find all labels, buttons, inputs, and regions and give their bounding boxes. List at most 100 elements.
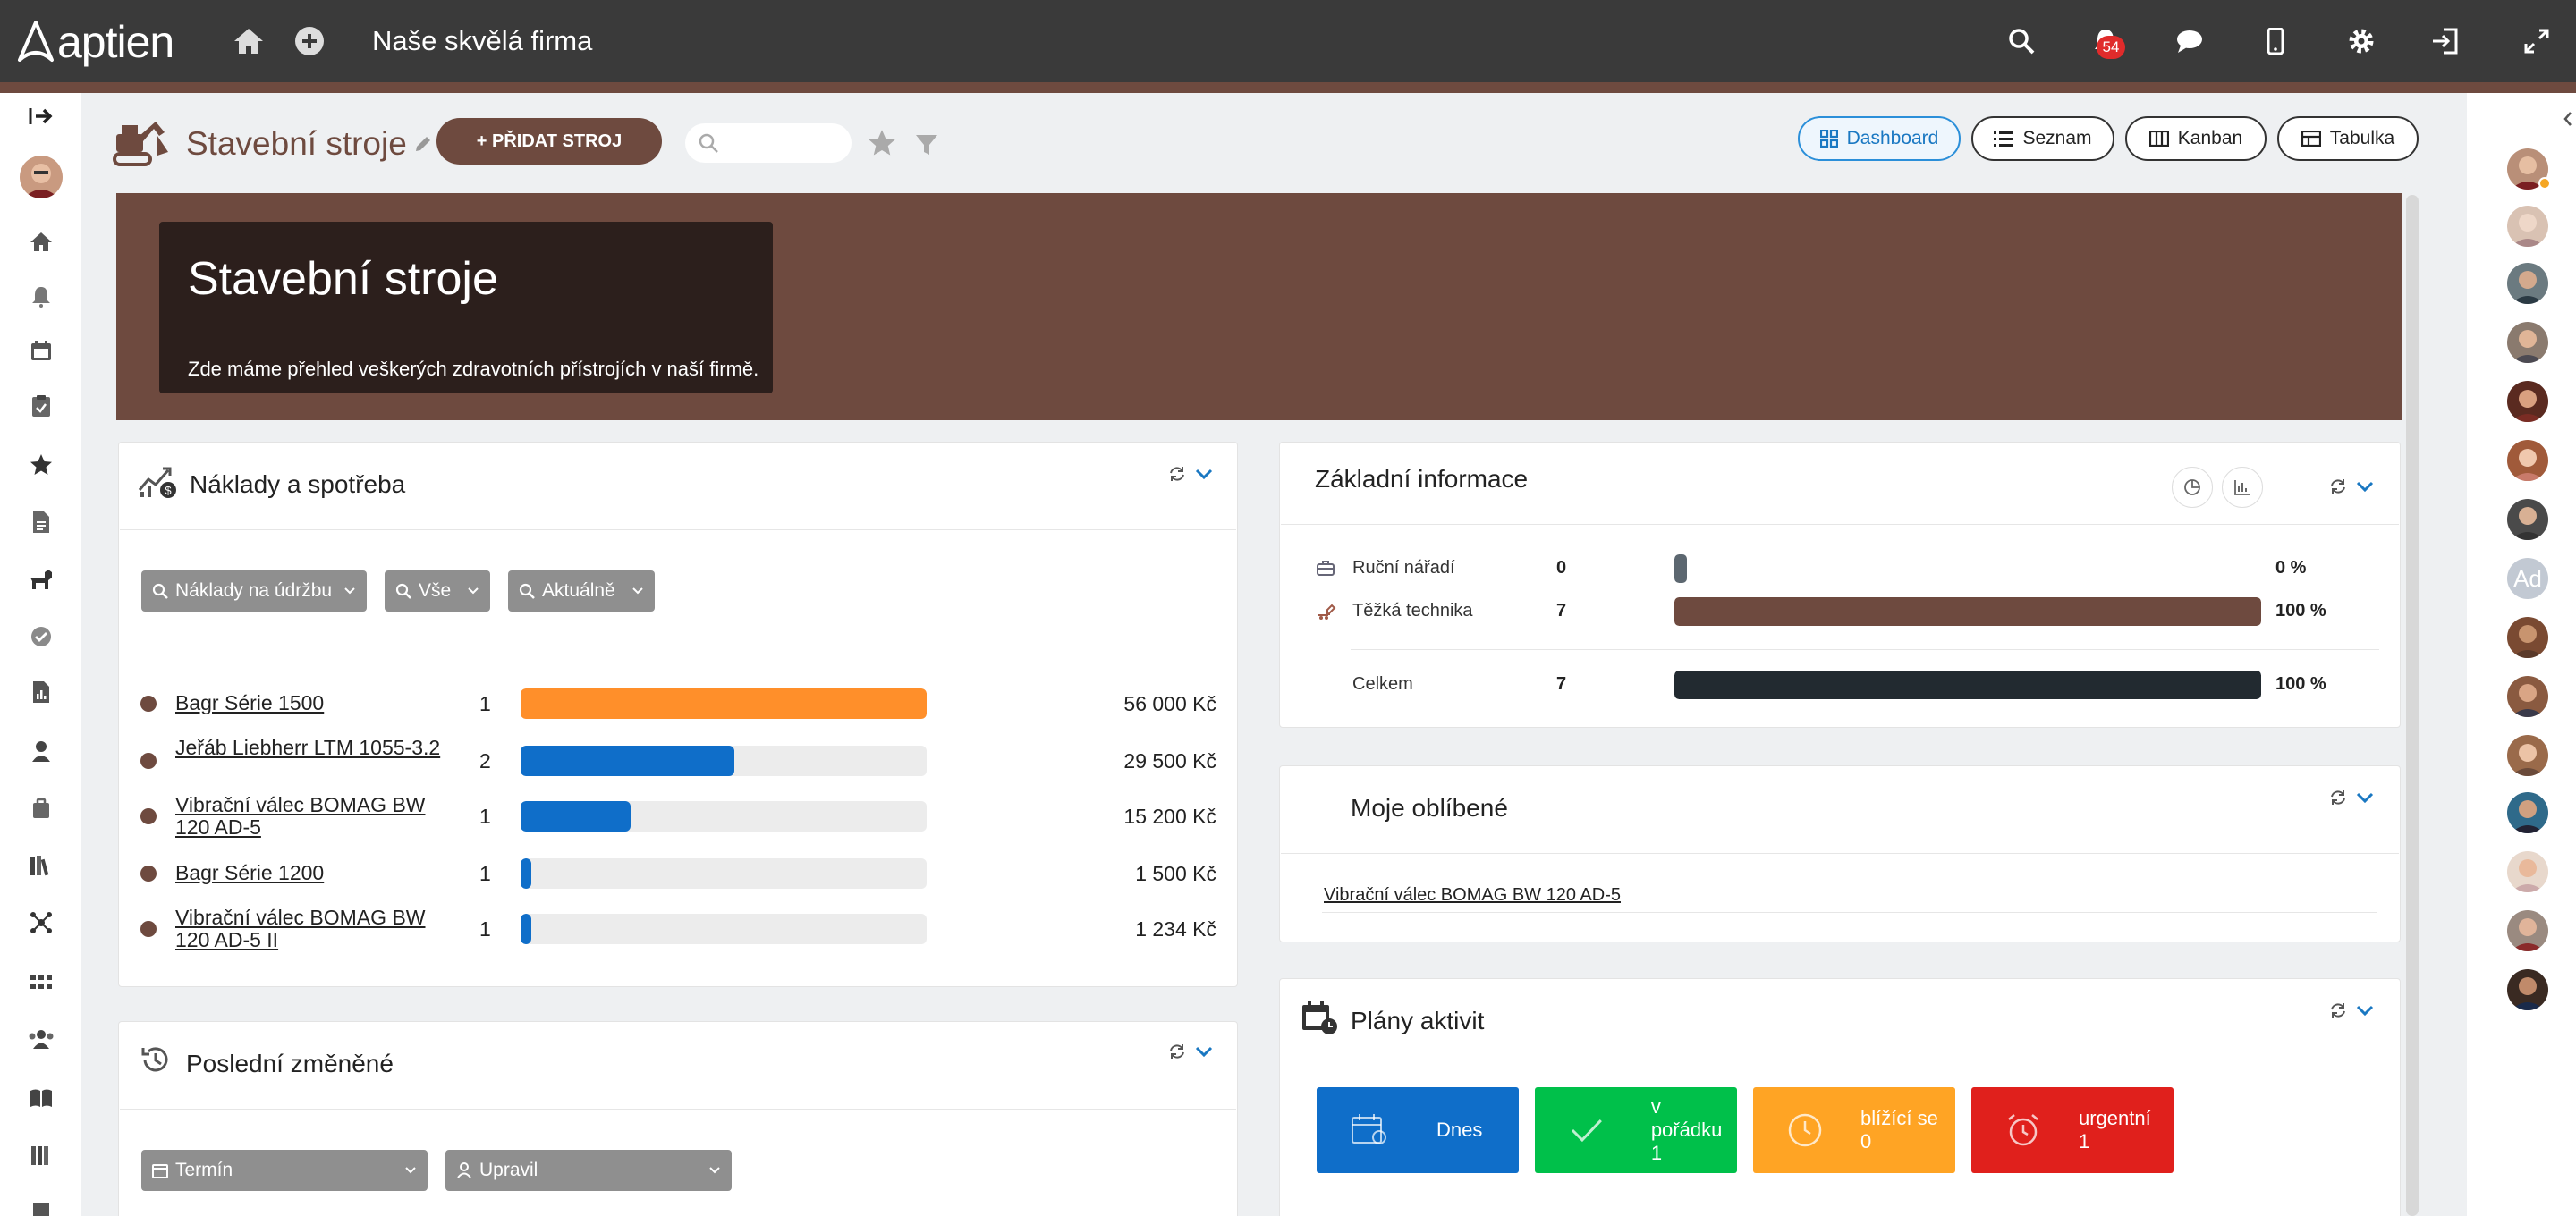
refresh-icon[interactable] (1168, 465, 1186, 483)
avatar[interactable] (2507, 969, 2548, 1010)
view-kanban-button[interactable]: Kanban (2125, 116, 2267, 161)
filter-all[interactable]: Vše (385, 570, 490, 612)
cost-bar (521, 858, 927, 889)
avatar[interactable] (2507, 735, 2548, 776)
cost-item-link[interactable]: Bagr Série 1500 (175, 692, 444, 714)
cost-item-count: 1 (479, 862, 491, 885)
view-list-button[interactable]: Seznam (1971, 116, 2114, 161)
filter-term[interactable]: Termín (141, 1150, 428, 1191)
dog-icon[interactable] (25, 563, 57, 595)
chevron-left-icon[interactable] (2562, 111, 2574, 127)
search-icon[interactable] (2004, 23, 2039, 59)
network-icon[interactable] (25, 907, 57, 939)
pencil-icon[interactable] (413, 134, 433, 154)
avatar[interactable] (2507, 851, 2548, 892)
mobile-icon[interactable] (2258, 23, 2293, 59)
fullscreen-icon[interactable] (2519, 23, 2555, 59)
add-circle-icon[interactable] (292, 23, 327, 59)
cost-item-link[interactable]: Vibrační válec BOMAG BW 120 AD-5 II (175, 907, 444, 951)
home-icon[interactable] (231, 23, 267, 59)
chevron-down-icon[interactable] (1195, 468, 1213, 480)
collapse-icon[interactable] (25, 100, 57, 132)
app-logo[interactable]: aptien (16, 16, 174, 68)
calendar-icon[interactable] (25, 334, 57, 367)
team-icon[interactable] (25, 1023, 57, 1055)
avatar[interactable] (2507, 206, 2548, 247)
document-icon[interactable] (25, 506, 57, 538)
filter-icon[interactable] (914, 132, 939, 157)
avatar[interactable] (2507, 617, 2548, 658)
activities-title: Plány aktivit (1351, 1007, 1485, 1034)
list-icon (1994, 131, 2014, 147)
calendar-clock-icon (1301, 1000, 1338, 1035)
add-machine-button[interactable]: + PŘIDAT STROJ (436, 118, 662, 165)
activity-tile-upcoming[interactable]: blížící se 0 (1753, 1087, 1955, 1173)
cost-item-count: 1 (479, 805, 491, 828)
avatar[interactable] (2507, 792, 2548, 833)
chevron-down-icon (344, 587, 355, 595)
scrollbar[interactable] (2406, 195, 2419, 1216)
bell-icon[interactable] (25, 281, 57, 313)
chevron-down-icon[interactable] (2356, 791, 2374, 804)
avatar[interactable] (2507, 381, 2548, 422)
avatar[interactable] (2507, 499, 2548, 540)
bar-chart-button[interactable] (2222, 467, 2263, 508)
bar-chart-icon (2234, 480, 2250, 495)
report-icon[interactable] (25, 676, 57, 708)
person-icon[interactable] (25, 735, 57, 767)
basic-info-controls (2329, 477, 2374, 495)
costs-title: Náklady a spotřeba (190, 470, 406, 498)
pie-chart-button[interactable] (2172, 467, 2213, 508)
chevron-down-icon[interactable] (2356, 1004, 2374, 1017)
avatar[interactable] (2507, 322, 2548, 363)
refresh-icon[interactable] (1168, 1043, 1186, 1060)
search-input[interactable] (685, 123, 852, 163)
avatar[interactable] (2507, 263, 2548, 304)
check-circle-icon[interactable] (25, 621, 57, 653)
avatar[interactable] (2507, 910, 2548, 951)
tile-count: 0 (1860, 1130, 1872, 1153)
activity-tile-ok[interactable]: v pořádku 1 (1535, 1087, 1737, 1173)
cost-item-value: 56 000 Kč (1123, 692, 1216, 715)
gear-icon[interactable] (2343, 23, 2379, 59)
avatar-initials[interactable]: Ad (2507, 558, 2548, 599)
cost-item-link[interactable]: Jeřáb Liebherr LTM 1055-3.2 (175, 737, 444, 759)
apps-icon[interactable] (25, 966, 57, 998)
chevron-down-icon[interactable] (1195, 1045, 1213, 1058)
user-avatar[interactable] (20, 156, 63, 198)
view-table-button[interactable]: Tabulka (2277, 116, 2419, 161)
view-label: Kanban (2177, 128, 2243, 148)
refresh-icon[interactable] (2329, 789, 2347, 806)
filter-maintenance-cost[interactable]: Náklady na údržbu (141, 570, 367, 612)
activity-tile-today[interactable]: Dnes (1317, 1087, 1519, 1173)
cost-bar (521, 688, 927, 719)
refresh-icon[interactable] (2329, 1001, 2347, 1019)
chevron-down-icon[interactable] (2356, 480, 2374, 493)
briefcase-icon[interactable] (25, 792, 57, 824)
avatar[interactable] (2507, 440, 2548, 481)
info-row-count: 0 (1556, 558, 1567, 578)
view-dashboard-button[interactable]: Dashboard (1798, 116, 1961, 161)
star-icon[interactable] (25, 449, 57, 481)
logout-icon[interactable] (2428, 23, 2463, 59)
more-icon[interactable] (25, 1191, 57, 1216)
chat-icon[interactable] (2172, 23, 2207, 59)
favorite-item-link[interactable]: Vibrační válec BOMAG BW 120 AD-5 (1324, 885, 1621, 906)
star-icon[interactable] (868, 129, 896, 157)
activity-tile-urgent[interactable]: urgentní 1 (1971, 1087, 2174, 1173)
divider (1351, 649, 2379, 650)
status-dot (2538, 177, 2551, 190)
books-icon[interactable] (25, 1139, 57, 1171)
svg-text:$: $ (165, 484, 172, 497)
filter-edited-by[interactable]: Upravil (445, 1150, 732, 1191)
refresh-icon[interactable] (2329, 477, 2347, 495)
book-icon[interactable] (25, 1082, 57, 1114)
home-icon[interactable] (25, 225, 57, 258)
clipboard-icon[interactable] (25, 390, 57, 422)
library-icon[interactable] (25, 849, 57, 882)
filter-current[interactable]: Aktuálně (508, 570, 655, 612)
cost-item-link[interactable]: Bagr Série 1200 (175, 862, 444, 884)
cost-item-link[interactable]: Vibrační válec BOMAG BW 120 AD-5 (175, 794, 444, 839)
avatar[interactable] (2507, 676, 2548, 717)
company-name[interactable]: Naše skvělá firma (372, 25, 592, 57)
